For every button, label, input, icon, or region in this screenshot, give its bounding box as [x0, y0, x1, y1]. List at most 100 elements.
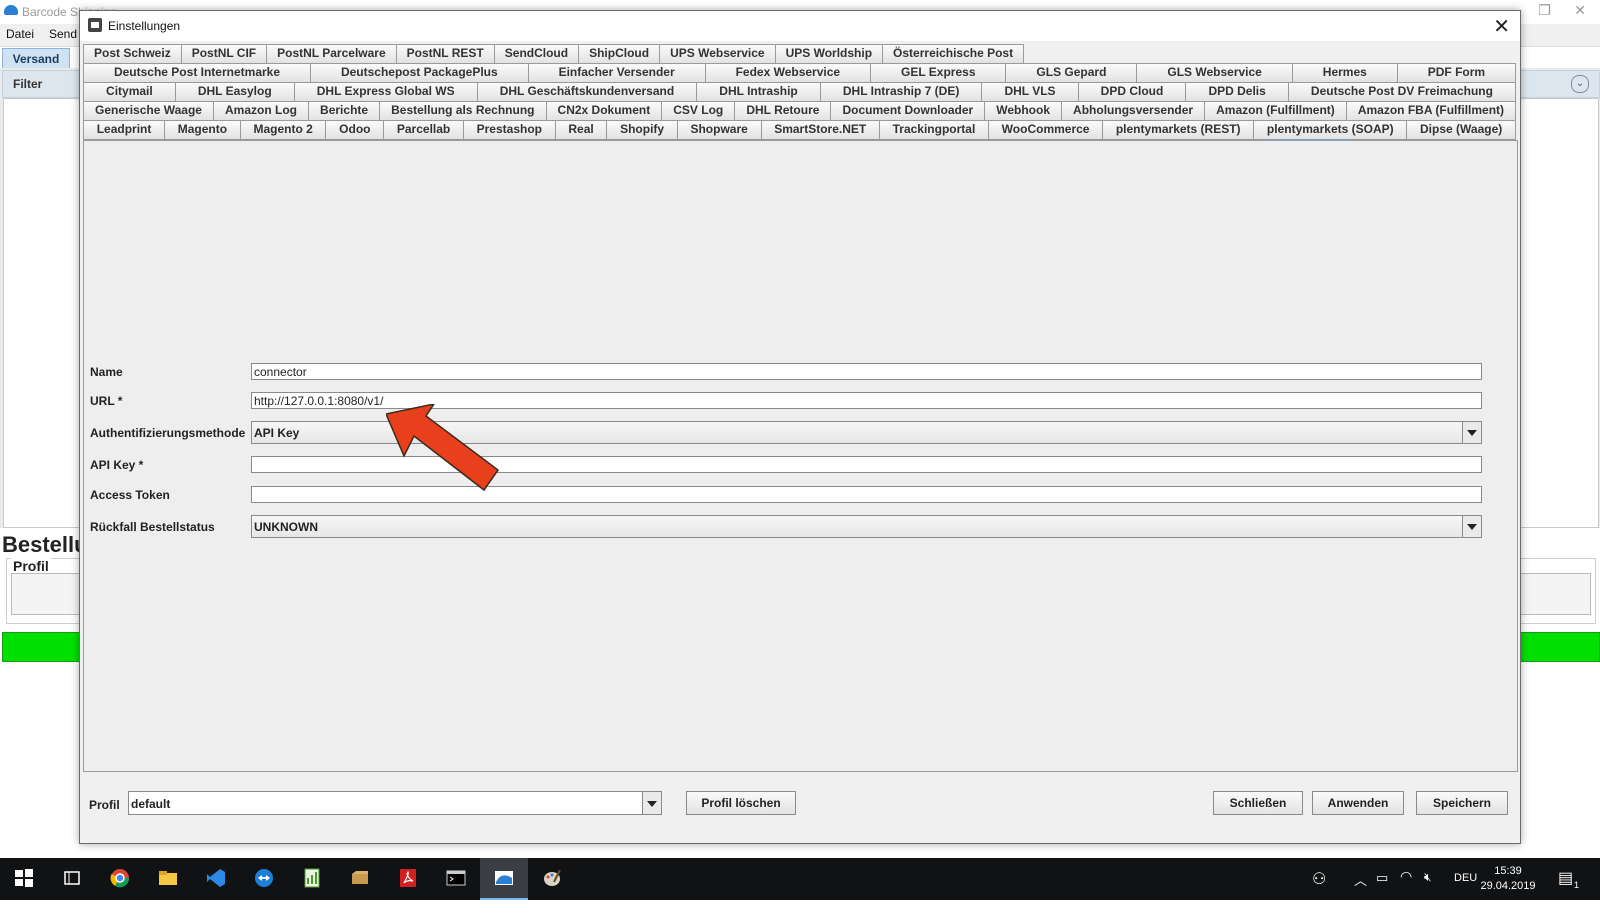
tab-odoo[interactable]: Odoo [325, 120, 385, 139]
tab-dipse-waage[interactable]: Dipse (Waage) [1406, 120, 1516, 139]
tab-post-schweiz[interactable]: Post Schweiz [83, 44, 182, 63]
tab-amazon-fba-fulfillment[interactable]: Amazon FBA (Fulfillment) [1345, 101, 1517, 120]
tab-trackingportal[interactable]: Trackingportal [878, 120, 989, 139]
section-title: Bestellu [2, 532, 88, 557]
tab-postnl-parcelware[interactable]: PostNL Parcelware [266, 44, 397, 63]
tab-document-downloader[interactable]: Document Downloader [830, 101, 986, 120]
people-icon[interactable]: ⚇ [1312, 869, 1326, 911]
name-input[interactable] [251, 363, 1482, 380]
tab-dhl-express-global-ws[interactable]: DHL Express Global WS [293, 82, 478, 101]
paint-icon[interactable] [528, 858, 576, 900]
chevron-down-icon[interactable] [642, 792, 661, 814]
tab-shipcloud[interactable]: ShipCloud [578, 44, 661, 63]
dialog-titlebar: Einstellungen ✕ [80, 11, 1520, 41]
tab-amazon-log[interactable]: Amazon Log [212, 101, 310, 120]
tab-shopify[interactable]: Shopify [606, 120, 678, 139]
acrobat-icon[interactable] [384, 858, 432, 900]
tab-dpd-delis[interactable]: DPD Delis [1185, 82, 1289, 101]
tab-postnl-rest[interactable]: PostNL REST [395, 44, 495, 63]
tab-bestellung-als-rechnung[interactable]: Bestellung als Rechnung [379, 101, 547, 120]
tab-versand[interactable]: Versand [2, 48, 70, 69]
tab-deutschepost-packageplus[interactable]: Deutschepost PackagePlus [309, 63, 529, 82]
app-logo-icon [4, 5, 18, 15]
tab-dpd-cloud[interactable]: DPD Cloud [1077, 82, 1187, 101]
close-button[interactable]: Schließen [1213, 791, 1303, 815]
tab-dhl-intraship-7-de[interactable]: DHL Intraship 7 (DE) [819, 82, 983, 101]
tab-cn2x-dokument[interactable]: CN2x Dokument [545, 101, 663, 120]
tab-ups-webservice[interactable]: UPS Webservice [659, 44, 776, 63]
annotation-arrow [386, 404, 500, 492]
tab-webhook[interactable]: Webhook [984, 101, 1063, 120]
tab-leadprint[interactable]: Leadprint [83, 120, 166, 139]
tab-dhl-vls[interactable]: DHL VLS [981, 82, 1079, 101]
chrome-icon[interactable] [96, 858, 144, 900]
file-explorer-icon[interactable] [144, 858, 192, 900]
collapse-icon[interactable]: ⌄ [1571, 75, 1589, 93]
tab-dhl-easylog[interactable]: DHL Easylog [174, 82, 295, 101]
tab-magento-2[interactable]: Magento 2 [239, 120, 327, 139]
tab-fedex-webservice[interactable]: Fedex Webservice [704, 63, 872, 82]
menu-datei[interactable]: Datei [6, 27, 34, 41]
tab-einfacher-versender[interactable]: Einfacher Versender [527, 63, 706, 82]
tab-gel-express[interactable]: GEL Express [870, 63, 1007, 82]
battery-icon[interactable]: ▭ [1376, 870, 1388, 912]
tab-sendcloud[interactable]: SendCloud [493, 44, 580, 63]
apply-button[interactable]: Anwenden [1312, 791, 1404, 815]
tab-dhl-intraship[interactable]: DHL Intraship [696, 82, 821, 101]
clock[interactable]: 15:39 29.04.2019 [1473, 864, 1543, 894]
tab-berichte[interactable]: Berichte [308, 101, 381, 120]
tab-smartstore-net[interactable]: SmartStore.NET [760, 120, 880, 139]
tab-dhl-retoure[interactable]: DHL Retoure [734, 101, 832, 120]
tab-gls-gepard[interactable]: GLS Gepard [1005, 63, 1138, 82]
chevron-down-icon[interactable] [1462, 516, 1481, 537]
close-icon[interactable]: ✕ [1493, 14, 1510, 39]
tab-generische-waage[interactable]: Generische Waage [83, 101, 214, 120]
teamviewer-icon[interactable] [240, 858, 288, 900]
tab-postnl-cif[interactable]: PostNL CIF [180, 44, 268, 63]
menu-send[interactable]: Send [49, 27, 77, 41]
chevron-up-icon[interactable]: ︿ [1354, 870, 1367, 912]
tab-ups-worldship[interactable]: UPS Worldship [774, 44, 884, 63]
tab-deutsche-post-internetmarke[interactable]: Deutsche Post Internetmarke [83, 63, 311, 82]
tab-citymail[interactable]: Citymail [83, 82, 176, 101]
tab-amazon-fulfillment[interactable]: Amazon (Fulfillment) [1204, 101, 1347, 120]
tab-gls-webservice[interactable]: GLS Webservice [1136, 63, 1293, 82]
tab-plentymarkets-soap[interactable]: plentymarkets (SOAP) [1253, 120, 1408, 139]
spreadsheet-icon[interactable] [288, 858, 336, 900]
tab-abholungsversender[interactable]: Abholungsversender [1061, 101, 1206, 120]
tab-woocommerce[interactable]: WooCommerce [987, 120, 1104, 139]
notifications-icon[interactable]: ▤ [1558, 868, 1573, 910]
profil-group-label: Profil [11, 558, 51, 574]
tab-csv-log[interactable]: CSV Log [661, 101, 736, 120]
tab-plentymarkets-rest[interactable]: plentymarkets (REST) [1102, 120, 1255, 139]
tab-deutsche-post-dv-freimachung[interactable]: Deutsche Post DV Freimachung [1287, 82, 1517, 101]
tab-pdf-form[interactable]: PDF Form [1396, 63, 1517, 82]
tab-prestashop[interactable]: Prestashop [462, 120, 556, 139]
fallback-status-label: Rückfall Bestellstatus [90, 520, 215, 534]
save-button[interactable]: Speichern [1416, 791, 1508, 815]
profil-select[interactable]: default [128, 791, 662, 815]
filter-label[interactable]: Filter [13, 77, 42, 91]
connector-panel: Name URL * Authentifizierungsmethode API… [83, 140, 1518, 772]
tab-row: Generische Waage Amazon Log Berichte Bestel… [83, 101, 1517, 120]
vscode-icon[interactable] [192, 858, 240, 900]
windows-start-icon[interactable] [0, 858, 48, 900]
delete-profile-button[interactable]: Profil löschen [686, 791, 796, 815]
settings-window-icon [88, 18, 102, 32]
terminal-icon[interactable] [432, 858, 480, 900]
package-icon[interactable] [336, 858, 384, 900]
tab-parcellab[interactable]: Parcellab [383, 120, 464, 139]
tab-real[interactable]: Real [554, 120, 608, 139]
window-controls[interactable]: ❐ ✕ [1538, 2, 1586, 19]
tab-dhl-geschäftskundenversand[interactable]: DHL Geschäftskundenversand [476, 82, 698, 101]
barcode-shipping-icon[interactable] [480, 858, 528, 900]
tab-shopware[interactable]: Shopware [676, 120, 762, 139]
chevron-down-icon[interactable] [1462, 422, 1481, 443]
task-view-icon[interactable] [48, 858, 96, 900]
tab-magento[interactable]: Magento [164, 120, 241, 139]
wifi-icon[interactable]: ◠ [1400, 868, 1412, 910]
fallback-status-select[interactable]: UNKNOWN [251, 515, 1482, 538]
tab-hermes[interactable]: Hermes [1291, 63, 1398, 82]
tab-österreichische-post[interactable]: Österreichische Post [882, 44, 1025, 63]
volume-muted-icon[interactable]: 🔇︎ [1424, 870, 1432, 912]
